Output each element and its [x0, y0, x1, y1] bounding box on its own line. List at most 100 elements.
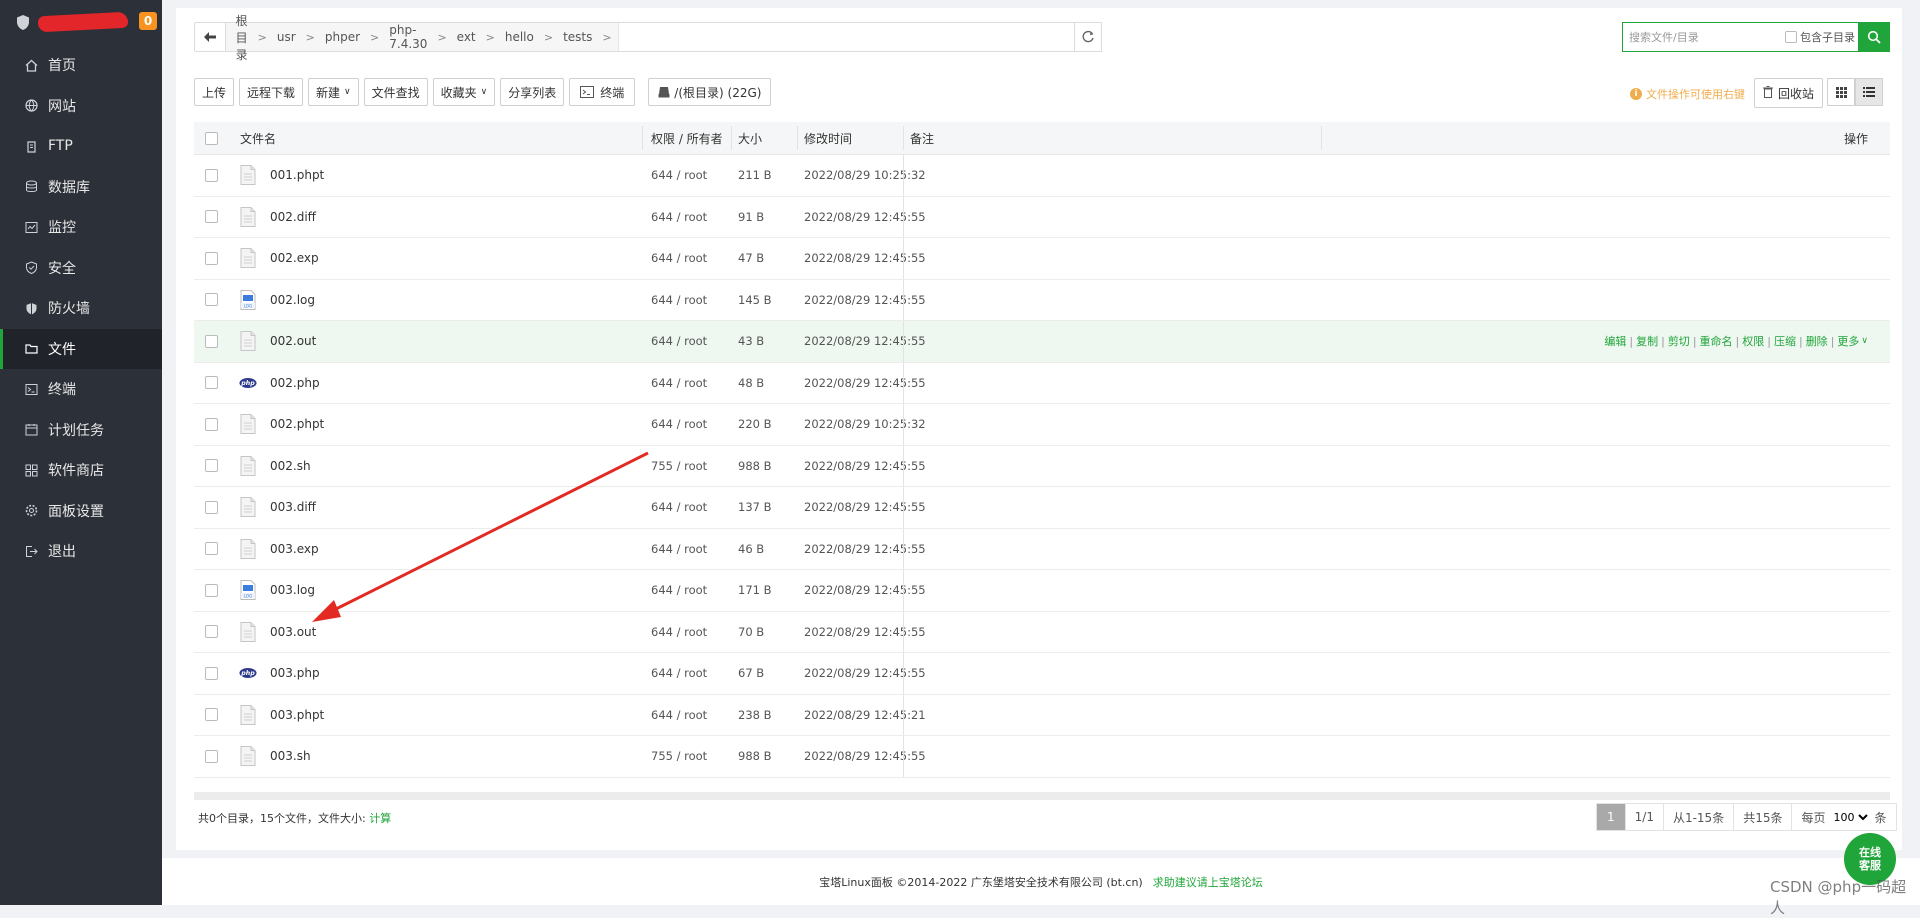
- favorites-dropdown[interactable]: 收藏夹 ∨: [432, 78, 496, 106]
- file-name-cell[interactable]: 002.sh: [238, 446, 311, 487]
- search-button[interactable]: [1858, 22, 1890, 52]
- file-name-cell[interactable]: 001.phpt: [238, 155, 324, 196]
- table-row[interactable]: 003.exp 644 / root 46 B 2022/08/29 12:45:55: [194, 528, 1890, 570]
- terminal-button[interactable]: 终端: [569, 78, 636, 106]
- sidebar-item[interactable]: 计划任务: [0, 410, 162, 451]
- checkbox[interactable]: [1785, 31, 1797, 43]
- disk-button[interactable]: /(根目录) (22G): [648, 78, 772, 106]
- sidebar-item[interactable]: 数据库: [0, 167, 162, 208]
- per-page-select[interactable]: 100: [1829, 809, 1871, 825]
- row-checkbox[interactable]: [205, 695, 218, 736]
- file-name-cell[interactable]: 003.phpt: [238, 695, 324, 736]
- row-action[interactable]: 更多: [1837, 333, 1859, 349]
- file-name[interactable]: 003.phpt: [270, 708, 324, 722]
- table-row[interactable]: 002.phpt 644 / root 220 B 2022/08/29 10:25:…: [194, 404, 1890, 446]
- file-name[interactable]: 003.log: [270, 583, 315, 597]
- file-name-cell[interactable]: 002.out: [238, 321, 316, 362]
- notification-badge[interactable]: 0: [139, 12, 157, 30]
- select-all-checkbox[interactable]: [205, 122, 218, 154]
- refresh-button[interactable]: [1074, 22, 1102, 52]
- col-size[interactable]: 大小: [738, 122, 762, 154]
- file-name-cell[interactable]: php 003.php: [238, 653, 320, 694]
- file-name-cell[interactable]: php 002.php: [238, 363, 320, 404]
- breadcrumb-item[interactable]: 根目录: [232, 12, 252, 63]
- sidebar-item[interactable]: 终端: [0, 369, 162, 410]
- file-perm[interactable]: 644 / root: [651, 695, 707, 736]
- include-subdir-checkbox[interactable]: 包含子目录: [1785, 29, 1855, 45]
- row-checkbox[interactable]: [205, 446, 218, 487]
- checkbox[interactable]: [205, 417, 218, 431]
- file-name[interactable]: 003.diff: [270, 500, 316, 514]
- share-list-button[interactable]: 分享列表: [500, 78, 565, 106]
- sidebar-item[interactable]: 网站: [0, 86, 162, 127]
- row-checkbox[interactable]: [205, 280, 218, 321]
- breadcrumb-item[interactable]: php-7.4.30: [385, 23, 431, 51]
- file-name-cell[interactable]: LOG 002.log: [238, 280, 315, 321]
- row-action[interactable]: 重命名: [1700, 333, 1733, 349]
- file-name[interactable]: 003.exp: [270, 542, 319, 556]
- table-row[interactable]: 003.sh 755 / root 988 B 2022/08/29 12:45:55: [194, 736, 1890, 778]
- row-checkbox[interactable]: [205, 612, 218, 653]
- file-name[interactable]: 002.php: [270, 376, 320, 390]
- table-row[interactable]: php 002.php 644 / root 48 B 2022/08/29 12:45…: [194, 362, 1890, 404]
- file-name-cell[interactable]: LOG 003.log: [238, 570, 315, 611]
- file-perm[interactable]: 644 / root: [651, 238, 707, 279]
- sidebar-item[interactable]: FTP: [0, 126, 162, 167]
- file-name[interactable]: 003.sh: [270, 749, 311, 763]
- row-checkbox[interactable]: [205, 570, 218, 611]
- sidebar-item[interactable]: 防火墙: [0, 288, 162, 329]
- table-row[interactable]: 002.exp 644 / root 47 B 2022/08/29 12:45:55: [194, 238, 1890, 280]
- breadcrumb-item[interactable]: ext: [453, 30, 480, 44]
- back-button[interactable]: [195, 23, 226, 51]
- new-dropdown[interactable]: 新建 ∨: [308, 78, 359, 106]
- row-action[interactable]: 压缩: [1774, 333, 1796, 349]
- table-row[interactable]: 002.diff 644 / root 91 B 2022/08/29 12:45:5…: [194, 196, 1890, 238]
- file-name-cell[interactable]: 002.phpt: [238, 404, 324, 445]
- row-checkbox[interactable]: [205, 155, 218, 196]
- table-row[interactable]: 003.phpt 644 / root 238 B 2022/08/29 12:45:…: [194, 694, 1890, 736]
- sidebar-item[interactable]: 面板设置: [0, 491, 162, 532]
- remote-download-button[interactable]: 远程下载: [239, 78, 304, 106]
- row-checkbox[interactable]: [205, 363, 218, 404]
- breadcrumb-item[interactable]: tests: [559, 30, 596, 44]
- row-checkbox[interactable]: [205, 487, 218, 528]
- checkbox[interactable]: [205, 168, 218, 182]
- checkbox[interactable]: [205, 500, 218, 514]
- checkbox[interactable]: [205, 708, 218, 722]
- file-perm[interactable]: 755 / root: [651, 446, 707, 487]
- row-checkbox[interactable]: [205, 529, 218, 570]
- file-name[interactable]: 002.sh: [270, 459, 311, 473]
- row-checkbox[interactable]: [205, 653, 218, 694]
- list-view-button[interactable]: [1855, 78, 1883, 106]
- file-perm[interactable]: 644 / root: [651, 612, 707, 653]
- checkbox[interactable]: [205, 459, 218, 473]
- forum-link[interactable]: 求助建议请上宝塔论坛: [1153, 874, 1263, 890]
- recycle-bin-button[interactable]: 回收站: [1754, 78, 1824, 108]
- file-name-cell[interactable]: 003.diff: [238, 487, 316, 528]
- row-checkbox[interactable]: [205, 197, 218, 238]
- file-perm[interactable]: 644 / root: [651, 280, 707, 321]
- file-name-cell[interactable]: 002.exp: [238, 238, 319, 279]
- checkbox[interactable]: [205, 334, 218, 348]
- file-name[interactable]: 002.diff: [270, 210, 316, 224]
- table-row[interactable]: LOG 002.log 644 / root 145 B 2022/08/29 12:4…: [194, 279, 1890, 321]
- file-perm[interactable]: 644 / root: [651, 363, 707, 404]
- checkbox[interactable]: [205, 666, 218, 680]
- file-name[interactable]: 002.log: [270, 293, 315, 307]
- checkbox[interactable]: [205, 251, 218, 265]
- checkbox[interactable]: [205, 749, 218, 763]
- col-mtime[interactable]: 修改时间: [804, 122, 852, 154]
- file-perm[interactable]: 644 / root: [651, 529, 707, 570]
- file-name[interactable]: 003.out: [270, 625, 316, 639]
- row-action[interactable]: 权限: [1742, 333, 1764, 349]
- checkbox[interactable]: [205, 542, 218, 556]
- row-checkbox[interactable]: [205, 238, 218, 279]
- file-perm[interactable]: 644 / root: [651, 653, 707, 694]
- breadcrumb-item[interactable]: hello: [501, 30, 538, 44]
- col-name[interactable]: 文件名: [240, 122, 276, 154]
- row-checkbox[interactable]: [205, 321, 218, 362]
- file-name[interactable]: 002.exp: [270, 251, 319, 265]
- search-input[interactable]: [1623, 24, 1785, 50]
- page-current[interactable]: 1: [1597, 804, 1626, 830]
- checkbox[interactable]: [205, 131, 218, 145]
